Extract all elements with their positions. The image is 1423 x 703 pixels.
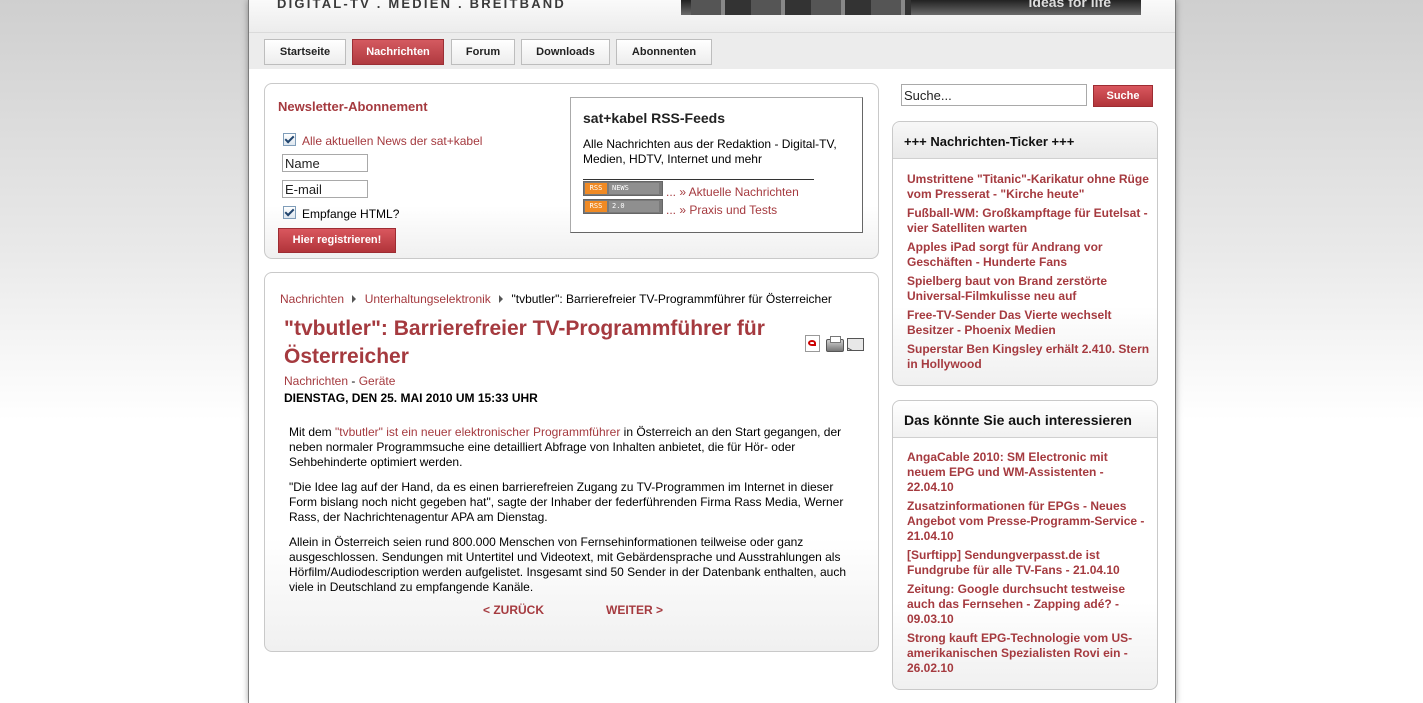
article-categories: Nachrichten - Geräte (284, 374, 395, 388)
rss-feeds-box: sat+kabel RSS-Feeds Alle Nachrichten aus… (570, 97, 863, 233)
rss-2-badge-icon[interactable]: RSS 2.0 (583, 199, 663, 214)
related-item[interactable]: Zeitung: Google durchsucht testweise auc… (907, 582, 1147, 627)
related-item[interactable]: Zusatzinformationen für EPGs - Neues Ang… (907, 499, 1151, 544)
ticker-item[interactable]: Free-TV-Sender Das Vierte wechselt Besit… (907, 308, 1151, 338)
news-ticker-box: +++ Nachrichten-Ticker +++ Umstrittene "… (892, 121, 1158, 386)
search-input[interactable] (901, 84, 1087, 106)
tab-forum[interactable]: Forum (451, 39, 515, 65)
banner-devices-image (691, 0, 911, 15)
related-item[interactable]: [Surftipp] Sendungverpasst.de ist Fundgr… (907, 548, 1147, 578)
article-body: Mit dem "tvbutler" ist ein neuer elektro… (289, 425, 859, 595)
breadcrumb-unterhaltungselektronik[interactable]: Unterhaltungselektronik (365, 292, 491, 306)
main-navigation: Startseite Nachrichten Forum Downloads A… (249, 32, 1175, 69)
article-title: "tvbutler": Barrierefreier TV-Programmfü… (284, 317, 765, 368)
rss-divider (583, 179, 814, 180)
article-paragraph-3: Allein in Österreich seien rund 800.000 … (289, 535, 846, 594)
breadcrumb-arrow-icon (352, 295, 357, 303)
ticker-item[interactable]: Spielberg baut von Brand zerstörte Unive… (907, 274, 1151, 304)
rss-news-badge-icon[interactable]: RSS NEWS (583, 181, 663, 196)
register-button[interactable]: Hier registrieren! (278, 228, 396, 253)
article-paragraph-2: "Die Idee lag auf der Hand, da es einen … (289, 480, 844, 524)
page-container: DIGITAL-TV . MEDIEN . BREITBAND ideas fo… (248, 0, 1176, 703)
related-item[interactable]: Strong kauft EPG-Technologie vom US-amer… (907, 631, 1151, 676)
ticker-item[interactable]: Apples iPad sorgt für Andrang vor Geschä… (907, 240, 1151, 270)
category-separator: - (348, 374, 359, 388)
pdf-icon[interactable] (805, 335, 820, 352)
article-paragraph-1: Mit dem "tvbutler" ist ein neuer elektro… (289, 425, 859, 470)
rss-link-praxis-und-tests[interactable]: ... » Praxis und Tests (666, 203, 777, 217)
category-link-nachrichten[interactable]: Nachrichten (284, 374, 348, 388)
rss-description: Alle Nachrichten aus der Redaktion - Dig… (583, 137, 837, 166)
search-button[interactable]: Suche (1093, 85, 1153, 107)
newsletter-name-input[interactable] (282, 154, 368, 172)
prev-article-link[interactable]: < ZURÜCK (483, 603, 544, 617)
ticker-title: +++ Nachrichten-Ticker +++ (904, 134, 1075, 149)
breadcrumb-arrow-icon (499, 295, 504, 303)
email-icon[interactable] (847, 338, 864, 351)
rss-badge-right: NEWS (609, 183, 659, 194)
print-icon[interactable] (826, 336, 844, 352)
advertising-banner[interactable]: ideas for life (681, 0, 1141, 15)
tab-downloads[interactable]: Downloads (521, 39, 610, 65)
banner-slogan: ideas for life (1028, 0, 1111, 10)
tab-abonnenten[interactable]: Abonnenten (616, 39, 712, 65)
ticker-item[interactable]: Fußball-WM: Großkampftage für Eutelsat -… (907, 206, 1151, 236)
ticker-item[interactable]: Superstar Ben Kingsley erhält 2.410. Ste… (907, 342, 1151, 372)
rss-badge-left: RSS (585, 201, 607, 212)
tab-startseite[interactable]: Startseite (264, 39, 346, 65)
article-box: Nachrichten Unterhaltungselektronik "tvb… (264, 272, 879, 652)
site-header: DIGITAL-TV . MEDIEN . BREITBAND ideas fo… (249, 0, 1175, 32)
html-checkbox[interactable] (283, 206, 296, 219)
related-articles-box: Das könnte Sie auch interessieren AngaCa… (892, 400, 1158, 690)
html-checkbox-label: Empfange HTML? (302, 207, 400, 221)
article-date: DIENSTAG, DEN 25. MAI 2010 UM 15:33 UHR (284, 391, 538, 405)
rss-badge-right: 2.0 (609, 201, 659, 212)
ticker-item[interactable]: Umstrittene "Titanic"-Karikatur ohne Rüg… (907, 172, 1151, 202)
tvbutler-link[interactable]: "tvbutler" ist ein neuer elektronischer … (335, 425, 620, 439)
breadcrumb: Nachrichten Unterhaltungselektronik "tvb… (280, 292, 832, 306)
newsletter-title: Newsletter-Abonnement (278, 99, 428, 114)
newsletter-box: Newsletter-Abonnement Alle aktuellen New… (264, 83, 879, 259)
next-article-link[interactable]: WEITER > (606, 603, 663, 617)
category-link-geraete[interactable]: Geräte (359, 374, 396, 388)
tab-nachrichten[interactable]: Nachrichten (352, 39, 444, 65)
related-item[interactable]: AngaCable 2010: SM Electronic mit neuem … (907, 450, 1147, 495)
related-title: Das könnte Sie auch interessieren (904, 412, 1132, 428)
rss-badge-left: RSS (585, 183, 607, 194)
rss-link-aktuelle-nachrichten[interactable]: ... » Aktuelle Nachrichten (666, 185, 799, 199)
all-news-label: Alle aktuellen News der sat+kabel (302, 134, 483, 148)
breadcrumb-nachrichten[interactable]: Nachrichten (280, 292, 344, 306)
paragraph-text: Mit dem (289, 425, 336, 439)
breadcrumb-current: "tvbutler": Barrierefreier TV-Programmfü… (511, 292, 832, 306)
all-news-checkbox[interactable] (283, 133, 296, 146)
rss-title: sat+kabel RSS-Feeds (583, 110, 726, 126)
newsletter-email-input[interactable] (282, 180, 368, 198)
site-tagline: DIGITAL-TV . MEDIEN . BREITBAND (277, 0, 566, 11)
